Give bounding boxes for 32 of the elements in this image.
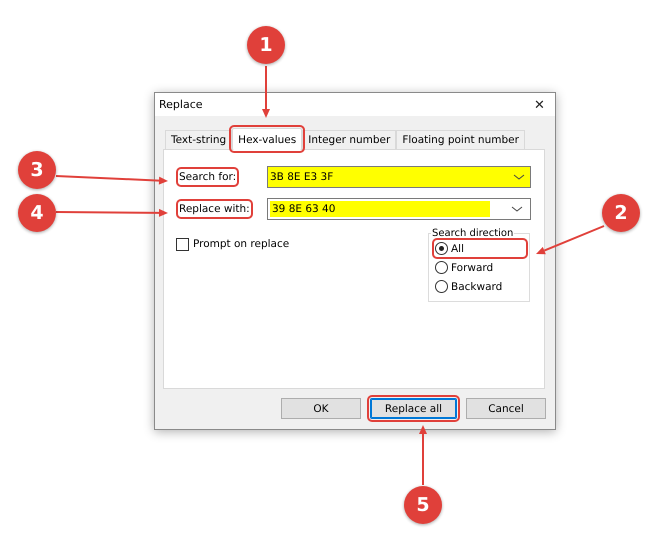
- field-label: Replace with:: [179, 202, 250, 216]
- tab[interactable]: Hex-values: [232, 128, 302, 150]
- tab[interactable]: Floating point number: [396, 130, 525, 149]
- combo-field[interactable]: 39 8E 63 40: [267, 198, 531, 220]
- dialog-button[interactable]: OK: [281, 398, 361, 419]
- combo-field[interactable]: 3B 8E E3 3F: [267, 166, 531, 188]
- close-button[interactable]: ✕: [532, 97, 547, 112]
- field-label: Search for:: [179, 170, 236, 184]
- callout-badge: 3: [18, 151, 56, 189]
- dialog-button[interactable]: Cancel: [466, 398, 546, 419]
- radio-option[interactable]: Forward: [435, 260, 525, 275]
- chevron-down-icon: [513, 173, 525, 181]
- radio-button[interactable]: [435, 242, 448, 255]
- radio-option[interactable]: All: [435, 241, 525, 256]
- callout-badge: 2: [602, 194, 640, 232]
- checkbox[interactable]: [176, 238, 189, 250]
- chevron-down-icon: [511, 205, 523, 213]
- callout-badge: 5: [404, 486, 442, 524]
- callout-badge: 4: [18, 194, 56, 232]
- dialog-button[interactable]: Replace all: [370, 398, 457, 419]
- radio-option[interactable]: Backward: [435, 279, 525, 294]
- window-title: Replace: [159, 98, 203, 111]
- radio-button[interactable]: [435, 261, 448, 274]
- callout-arrow: [262, 66, 270, 118]
- callout-arrow: [419, 425, 427, 485]
- callout-badge: 1: [247, 26, 285, 64]
- callout-arrow: [536, 225, 604, 254]
- radio-button[interactable]: [435, 280, 448, 293]
- checkbox-label: Prompt on replace: [193, 238, 290, 250]
- tab[interactable]: Text-string: [165, 130, 232, 149]
- group-title: Search direction: [431, 228, 514, 239]
- tab[interactable]: Integer number: [302, 130, 396, 149]
